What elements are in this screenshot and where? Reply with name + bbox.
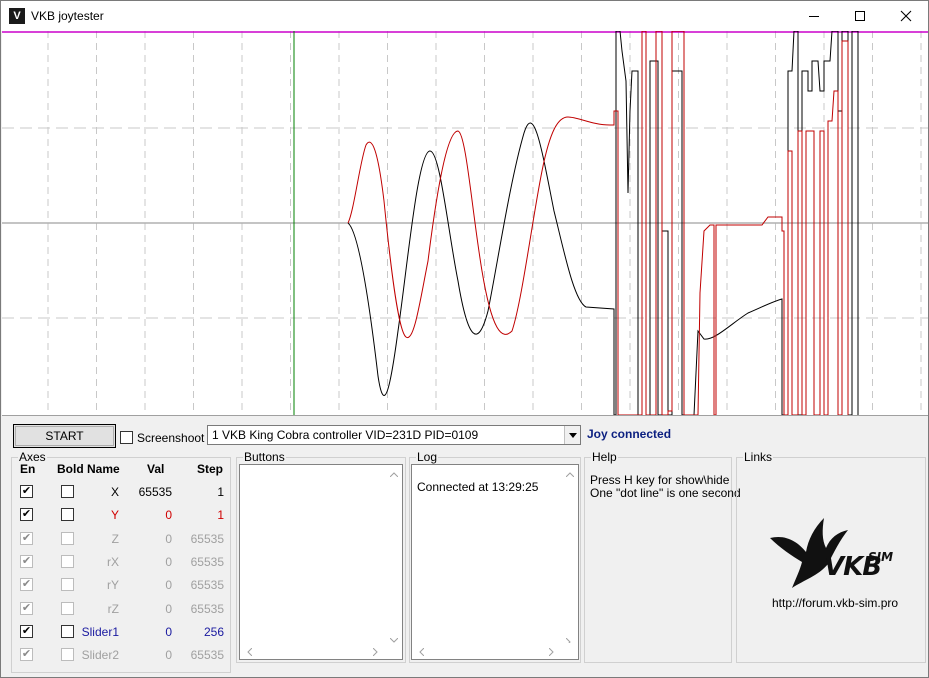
scroll-down-icon[interactable]: [389, 635, 399, 645]
maximize-icon: [855, 11, 865, 21]
log-group-title: Log: [416, 450, 439, 464]
axis-value: 0: [165, 555, 172, 569]
axis-name: Slider2: [81, 648, 119, 662]
axis-value: 0: [165, 578, 172, 592]
screenshoot-label: Screenshoot: [137, 431, 205, 445]
screenshoot-checkbox[interactable]: [120, 431, 133, 444]
minimize-icon: [809, 16, 819, 17]
axis-name: Slider1: [81, 625, 119, 639]
logo-sup: SIM: [868, 550, 894, 564]
axis-step: 65535: [190, 578, 224, 592]
log-list[interactable]: Connected at 13:29:25: [411, 464, 579, 660]
axis-name: rX: [107, 555, 119, 569]
window-title: VKB joytester: [31, 9, 104, 23]
links-group-title: Links: [743, 450, 774, 464]
title-bar[interactable]: V VKB joytester: [1, 1, 928, 31]
close-button[interactable]: [883, 1, 929, 31]
axes-header-name: Name: [87, 462, 120, 476]
maximize-button[interactable]: [837, 1, 883, 31]
axis-enable-checkbox[interactable]: ✔: [20, 602, 33, 615]
axes-header-en: En: [20, 462, 36, 476]
axis-value: 0: [165, 532, 172, 546]
signal-plot[interactable]: [2, 30, 928, 416]
axis-name: rZ: [107, 602, 119, 616]
help-line-2: One "dot line" is one second: [590, 486, 741, 500]
close-icon: [900, 10, 912, 22]
scroll-right-icon[interactable]: [546, 647, 556, 657]
axis-step: 1: [217, 485, 224, 499]
scroll-up-icon[interactable]: [389, 469, 399, 479]
axis-enable-checkbox[interactable]: ✔: [20, 648, 33, 661]
axes-header-val: Val: [147, 462, 165, 476]
buttons-group-title: Buttons: [243, 450, 286, 464]
axis-name: Y: [110, 508, 119, 522]
axis-enable-checkbox[interactable]: ✔: [20, 485, 33, 498]
axes-header-bold: Bold: [57, 462, 84, 476]
axis-step: 256: [203, 625, 224, 639]
axis-enable-checkbox[interactable]: ✔: [20, 578, 33, 591]
device-select[interactable]: 1 VKB King Cobra controller VID=231D PID…: [207, 425, 581, 445]
axis-enable-checkbox[interactable]: ✔: [20, 508, 33, 521]
axis-name: Z: [111, 532, 119, 546]
connection-status: Joy connected: [587, 427, 672, 441]
axis-step: 65535: [190, 555, 224, 569]
axis-value: 65535: [138, 485, 172, 499]
minimize-button[interactable]: [791, 1, 837, 31]
plot-canvas: [2, 30, 928, 416]
axis-enable-checkbox[interactable]: ✔: [20, 532, 33, 545]
app-window: V VKB joytester START Screenshoot 1 VKB …: [0, 0, 929, 678]
axis-value: 0: [165, 602, 172, 616]
axis-name: X: [110, 485, 119, 499]
scroll-up-icon[interactable]: [565, 469, 575, 479]
scroll-left-icon[interactable]: [244, 647, 254, 657]
log-line: Connected at 13:29:25: [417, 480, 539, 494]
scroll-down-icon[interactable]: [565, 635, 575, 645]
axis-enable-checkbox[interactable]: ✔: [20, 555, 33, 568]
vkb-sim-logo[interactable]: VKB SIM: [768, 516, 898, 592]
axis-step: 1: [217, 508, 224, 522]
axis-value: 0: [165, 625, 172, 639]
axis-step: 65535: [190, 532, 224, 546]
chevron-down-icon[interactable]: [564, 426, 580, 444]
forum-link[interactable]: http://forum.vkb-sim.pro: [772, 596, 898, 610]
control-panel: START Screenshoot 1 VKB King Cobra contr…: [2, 415, 928, 677]
device-select-value: 1 VKB King Cobra controller VID=231D PID…: [212, 428, 479, 442]
axes-header-step: Step: [197, 462, 224, 476]
help-group-title: Help: [591, 450, 618, 464]
axis-value: 0: [165, 508, 172, 522]
axis-step: 65535: [190, 648, 224, 662]
axis-value: 0: [165, 648, 172, 662]
buttons-list[interactable]: [239, 464, 403, 660]
vkb-logo-icon: V: [9, 8, 25, 24]
help-line-1: Press H key for show\hide: [590, 473, 730, 487]
axis-enable-checkbox[interactable]: ✔: [20, 625, 33, 638]
scroll-left-icon[interactable]: [416, 647, 426, 657]
axis-step: 65535: [190, 602, 224, 616]
start-button[interactable]: START: [13, 424, 116, 448]
scroll-right-icon[interactable]: [370, 647, 380, 657]
axis-name: rY: [107, 578, 119, 592]
